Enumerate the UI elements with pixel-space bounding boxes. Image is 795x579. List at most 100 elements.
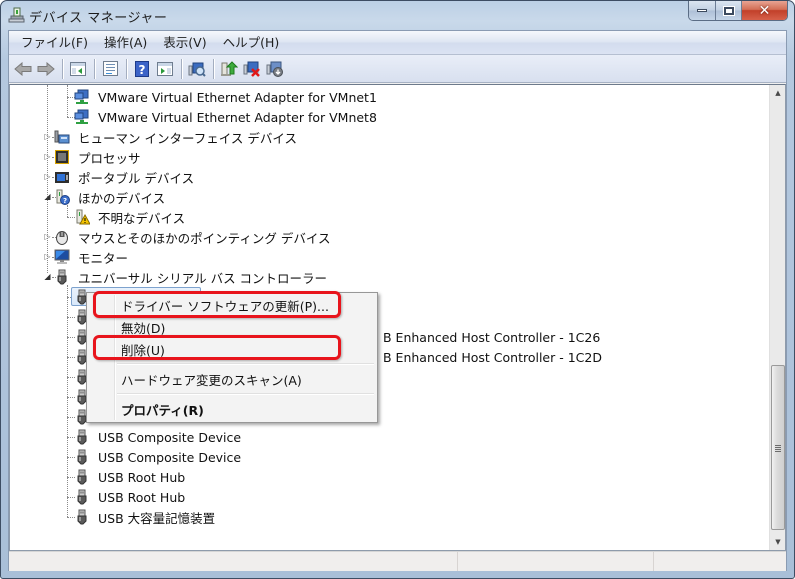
tree-category[interactable]: ▷ プロセッサ bbox=[10, 147, 771, 167]
tree-device[interactable]: VMware Virtual Ethernet Adapter for VMne… bbox=[10, 87, 771, 107]
tree-item-label: USB Composite Device bbox=[98, 429, 242, 445]
tree-item-label: VMware Virtual Ethernet Adapter for VMne… bbox=[98, 109, 377, 125]
tree-device[interactable]: USB Composite Device bbox=[10, 427, 771, 447]
maximize-button[interactable] bbox=[716, 1, 742, 20]
annotation-highlight-uninstall bbox=[93, 335, 341, 360]
disable-button[interactable] bbox=[264, 58, 286, 80]
processor-icon bbox=[55, 150, 69, 164]
expand-toggle[interactable]: ▷ bbox=[43, 172, 52, 181]
uninstall-device-icon bbox=[243, 61, 260, 77]
tree-device[interactable]: USB Root Hub bbox=[10, 487, 771, 507]
tree-item-label: USB Composite Device bbox=[98, 449, 242, 465]
console-tree-button[interactable] bbox=[67, 58, 89, 80]
usb-icon bbox=[77, 509, 87, 525]
show-hide-console-tree-icon bbox=[70, 61, 86, 76]
tree-guide-line bbox=[67, 285, 68, 517]
tree-item-label: ユニバーサル シリアル バス コントローラー bbox=[78, 270, 328, 286]
tree-item-label: プロセッサ bbox=[78, 150, 141, 166]
collapse-toggle[interactable]: ◢ bbox=[43, 272, 52, 281]
uninstall-button[interactable] bbox=[241, 58, 263, 80]
tree-category[interactable]: ▷ マウスとそのほかのポインティング デバイス bbox=[10, 227, 771, 247]
usb-icon bbox=[77, 429, 87, 445]
title-bar[interactable]: デバイス マネージャー ✕ bbox=[1, 1, 794, 30]
maximize-icon bbox=[722, 5, 735, 16]
tree-item-label: ほかのデバイス bbox=[78, 190, 166, 206]
tree-item-label: マウスとそのほかのポインティング デバイス bbox=[78, 230, 331, 246]
scan-hardware-button[interactable] bbox=[186, 58, 208, 80]
menu-action[interactable]: 操作(A) bbox=[96, 32, 155, 54]
toolbar-separator bbox=[126, 58, 127, 79]
scroll-up-icon: ▲ bbox=[775, 89, 781, 97]
device-manager-window: デバイス マネージャー ✕ ファイル(F) 操作(A) 表示(V) ヘルプ(H) bbox=[0, 0, 795, 579]
tree-device[interactable]: VMware Virtual Ethernet Adapter for VMne… bbox=[10, 107, 771, 127]
svg-text:?: ? bbox=[63, 197, 67, 205]
tree-device[interactable]: 不明なデバイス bbox=[10, 207, 771, 227]
menu-item-scan-hardware[interactable]: ハードウェア変更のスキャン(A) bbox=[89, 368, 375, 390]
tree-device[interactable]: USB 大容量記憶装置 bbox=[10, 507, 771, 527]
expand-toggle[interactable]: ▷ bbox=[43, 232, 52, 241]
tree-item-label: USB Root Hub bbox=[98, 489, 186, 505]
expand-toggle[interactable]: ▷ bbox=[43, 152, 52, 161]
tree-category[interactable]: ◢? ほかのデバイス bbox=[10, 187, 771, 207]
properties-icon bbox=[102, 61, 118, 76]
menu-item-properties[interactable]: プロパティ(R) bbox=[89, 398, 375, 420]
usb-icon bbox=[77, 489, 87, 505]
menu-help[interactable]: ヘルプ(H) bbox=[215, 32, 288, 54]
menu-bar: ファイル(F) 操作(A) 表示(V) ヘルプ(H) bbox=[9, 31, 786, 55]
toolbar-separator bbox=[62, 58, 63, 79]
menu-separator bbox=[117, 393, 374, 394]
scroll-up-button[interactable]: ▲ bbox=[770, 85, 785, 101]
grip-line bbox=[775, 444, 781, 446]
unknown-device-warning-icon bbox=[76, 209, 90, 225]
caption-buttons: ✕ bbox=[688, 1, 788, 21]
collapse-toggle[interactable]: ◢ bbox=[43, 192, 52, 201]
scroll-down-icon: ▼ bbox=[775, 538, 781, 546]
usb-icon bbox=[77, 449, 87, 465]
expand-toggle[interactable]: ▷ bbox=[43, 252, 52, 261]
properties-button[interactable] bbox=[99, 58, 121, 80]
usb-icon bbox=[77, 469, 87, 485]
device-manager-icon bbox=[8, 7, 25, 23]
menu-view[interactable]: 表示(V) bbox=[155, 32, 214, 54]
status-bar bbox=[9, 551, 786, 571]
tree-guide-line bbox=[67, 85, 68, 117]
svg-text:?: ? bbox=[139, 63, 146, 77]
portable-device-icon bbox=[55, 172, 69, 183]
close-icon: ✕ bbox=[758, 2, 771, 19]
scroll-down-button[interactable]: ▼ bbox=[770, 534, 785, 550]
update-driver-button[interactable] bbox=[218, 58, 240, 80]
menu-file[interactable]: ファイル(F) bbox=[13, 32, 96, 54]
tree-guide-line bbox=[67, 205, 68, 217]
status-cell bbox=[9, 552, 458, 571]
other-devices-icon: ? bbox=[56, 189, 70, 205]
tree-category[interactable]: ▷ ポータブル デバイス bbox=[10, 167, 771, 187]
tree-category[interactable]: ▷ ヒューマン インターフェイス デバイス bbox=[10, 127, 771, 147]
help-icon: ? bbox=[135, 60, 149, 77]
expand-toggle[interactable]: ▷ bbox=[43, 132, 52, 141]
tree-category[interactable]: ▷ モニター bbox=[10, 247, 771, 267]
help-button[interactable]: ? bbox=[131, 58, 153, 80]
tree-device[interactable]: USB Root Hub bbox=[10, 467, 771, 487]
tree-category[interactable]: ◢ ユニバーサル シリアル バス コントローラー bbox=[10, 267, 771, 287]
minimize-button[interactable] bbox=[689, 1, 716, 20]
status-cell bbox=[458, 552, 654, 571]
tree-item-label: USB 大容量記憶装置 bbox=[98, 510, 216, 526]
usb-icon bbox=[57, 269, 67, 285]
vertical-scrollbar[interactable]: ▲ ▼ bbox=[769, 85, 785, 550]
disable-device-icon bbox=[266, 61, 283, 77]
mouse-icon bbox=[56, 231, 68, 245]
forward-button[interactable] bbox=[35, 58, 57, 80]
toolbar-separator bbox=[94, 58, 95, 79]
annotation-highlight-update-driver bbox=[93, 291, 341, 318]
back-button[interactable] bbox=[12, 58, 34, 80]
toolbar-separator bbox=[213, 58, 214, 79]
update-driver-icon bbox=[221, 61, 238, 76]
scan-hardware-changes-icon bbox=[188, 62, 206, 77]
tree-item-label: モニター bbox=[78, 250, 129, 266]
tree-device[interactable]: USB Composite Device bbox=[10, 447, 771, 467]
close-button[interactable]: ✕ bbox=[742, 1, 787, 20]
action-pane-button[interactable] bbox=[154, 58, 176, 80]
status-cell bbox=[654, 552, 786, 571]
scrollbar-thumb[interactable] bbox=[771, 365, 785, 530]
tree-item-label: 不明なデバイス bbox=[98, 210, 186, 226]
